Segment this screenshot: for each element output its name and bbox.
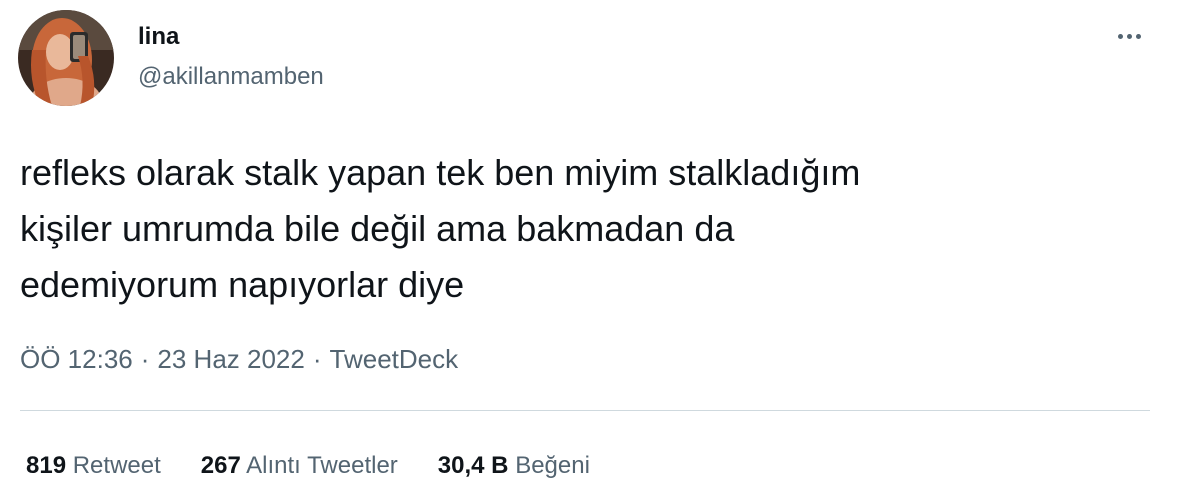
retweet-count[interactable]: 819 Retweet [26, 450, 161, 482]
stat-value: 267 [200, 452, 241, 479]
stat-label: Retweet [72, 452, 161, 479]
tweet-detail: lina @akillanmamben refleks olarak stalk… [0, 0, 1178, 502]
more-horizontal-icon [1118, 34, 1123, 39]
meta-separator: · [312, 344, 322, 374]
tweet-timestamp-date[interactable]: 23 Haz 2022 [157, 344, 304, 374]
stat-value: 819 [26, 452, 67, 479]
stat-label: Alıntı Tweetler [246, 452, 398, 479]
avatar-image [18, 10, 114, 106]
more-options-button[interactable] [1108, 22, 1152, 50]
stat-label: Beğeni [515, 452, 590, 479]
tweet-timestamp-time[interactable]: ÖÖ 12:36 [20, 344, 133, 374]
tweet-meta: ÖÖ 12:36 · 23 Haz 2022 · TweetDeck [20, 341, 458, 377]
author-display-name[interactable]: lina [138, 22, 179, 52]
tweet-text: refleks olarak stalk yapan tek ben miyim… [20, 152, 861, 305]
like-count[interactable]: 30,4 B Beğeni [438, 450, 590, 482]
stat-value: 30,4 B [437, 452, 509, 479]
tweet-stats: 819 Retweet 267 Alıntı Tweetler 30,4 B B… [26, 450, 630, 482]
author-handle[interactable]: @akillanmamben [138, 62, 324, 92]
more-horizontal-icon-dot [1127, 34, 1132, 39]
quote-tweet-count[interactable]: 267 Alıntı Tweetler [201, 450, 398, 482]
avatar[interactable] [18, 10, 114, 106]
meta-separator: · [140, 344, 150, 374]
tweet-source[interactable]: TweetDeck [330, 344, 459, 374]
more-horizontal-icon-dot [1136, 34, 1141, 39]
divider [20, 410, 1150, 411]
